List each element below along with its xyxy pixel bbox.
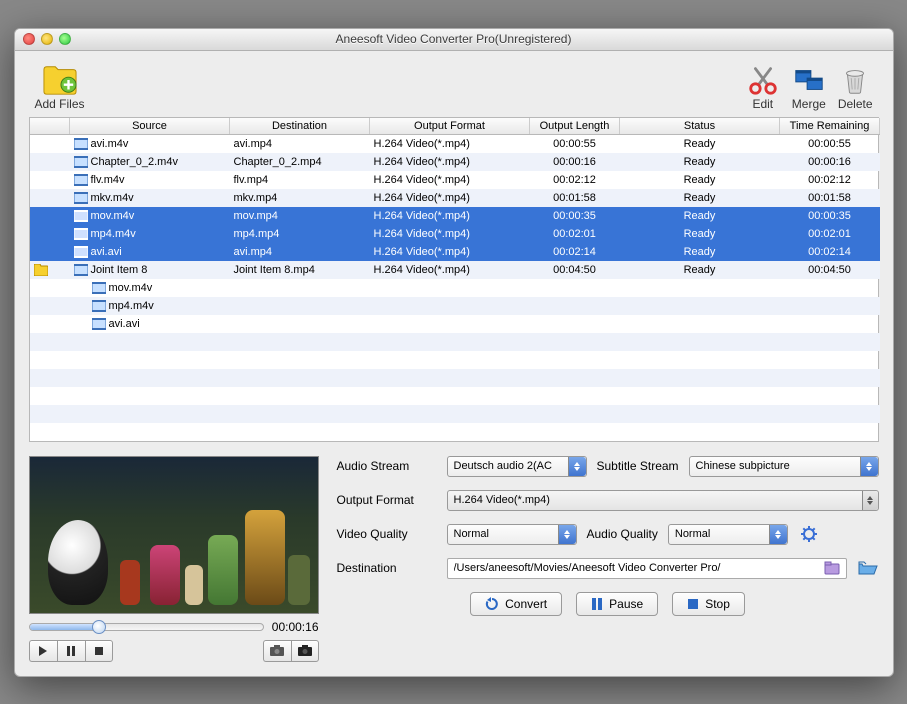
titlebar[interactable]: Aneesoft Video Converter Pro(Unregistere… bbox=[15, 29, 893, 51]
video-preview[interactable] bbox=[29, 456, 319, 614]
window-title: Aneesoft Video Converter Pro(Unregistere… bbox=[15, 32, 893, 46]
output-format-label: Output Format bbox=[337, 493, 437, 507]
settings-panel: Audio Stream Deutsch audio 2(AC Subtitle… bbox=[337, 456, 879, 662]
table-row-empty bbox=[30, 369, 880, 387]
pause-button[interactable]: Pause bbox=[576, 592, 658, 616]
file-table[interactable]: Source Destination Output Format Output … bbox=[29, 117, 879, 442]
subtitle-stream-label: Subtitle Stream bbox=[597, 459, 679, 473]
edit-button[interactable]: Edit bbox=[740, 63, 786, 111]
output-format-value: H.264 Video(*.mp4) bbox=[454, 494, 550, 506]
add-files-label: Add Files bbox=[35, 97, 85, 111]
subtitle-stream-value: Chinese subpicture bbox=[696, 460, 790, 472]
table-row-empty bbox=[30, 405, 880, 423]
play-button[interactable] bbox=[29, 640, 57, 662]
playback-time: 00:00:16 bbox=[272, 620, 319, 634]
video-quality-value: Normal bbox=[454, 528, 489, 540]
table-row[interactable]: Joint Item 8Joint Item 8.mp4H.264 Video(… bbox=[30, 261, 880, 279]
pause-playback-button[interactable] bbox=[57, 640, 85, 662]
convert-label: Convert bbox=[505, 597, 547, 611]
col-header-time-remaining[interactable]: Time Remaining bbox=[780, 118, 880, 135]
destination-label: Destination bbox=[337, 561, 437, 575]
app-window: Aneesoft Video Converter Pro(Unregistere… bbox=[14, 28, 894, 677]
camera-dark-icon bbox=[298, 645, 312, 656]
col-header-status[interactable]: Status bbox=[620, 118, 780, 135]
audio-stream-label: Audio Stream bbox=[337, 459, 437, 473]
chevron-updown-icon bbox=[769, 525, 787, 544]
output-format-select[interactable]: H.264 Video(*.mp4) bbox=[447, 490, 879, 511]
stop-button[interactable]: Stop bbox=[672, 592, 745, 616]
table-row[interactable]: mov.m4vmov.mp4H.264 Video(*.mp4)00:00:35… bbox=[30, 207, 880, 225]
col-header-destination[interactable]: Destination bbox=[230, 118, 370, 135]
audio-quality-select[interactable]: Normal bbox=[668, 524, 788, 545]
snapshot-folder-button[interactable] bbox=[291, 640, 319, 662]
preview-pane: 00:00:16 bbox=[29, 456, 319, 662]
col-header-output-format[interactable]: Output Format bbox=[370, 118, 530, 135]
audio-stream-select[interactable]: Deutsch audio 2(AC bbox=[447, 456, 587, 477]
table-row-empty bbox=[30, 333, 880, 351]
slider-knob[interactable] bbox=[92, 620, 106, 634]
delete-button[interactable]: Delete bbox=[832, 63, 879, 111]
table-row[interactable]: Chapter_0_2.m4vChapter_0_2.mp4H.264 Vide… bbox=[30, 153, 880, 171]
table-row[interactable]: avi.m4vavi.mp4H.264 Video(*.mp4)00:00:55… bbox=[30, 135, 880, 153]
merge-icon bbox=[792, 63, 826, 97]
table-row-empty bbox=[30, 423, 880, 441]
table-row[interactable]: mkv.m4vmkv.mp4H.264 Video(*.mp4)00:01:58… bbox=[30, 189, 880, 207]
chevron-updown-icon bbox=[860, 457, 878, 476]
convert-button[interactable]: Convert bbox=[470, 592, 562, 616]
video-quality-label: Video Quality bbox=[337, 527, 437, 541]
trash-icon bbox=[838, 63, 872, 97]
delete-label: Delete bbox=[838, 97, 873, 111]
col-header-blank[interactable] bbox=[30, 118, 70, 135]
chevron-updown-icon bbox=[558, 525, 576, 544]
video-quality-select[interactable]: Normal bbox=[447, 524, 577, 545]
table-header-row[interactable]: Source Destination Output Format Output … bbox=[30, 118, 880, 135]
table-row[interactable]: avi.aviavi.mp4H.264 Video(*.mp4)00:02:14… bbox=[30, 243, 880, 261]
snapshot-button[interactable] bbox=[263, 640, 291, 662]
table-row[interactable]: flv.m4vflv.mp4H.264 Video(*.mp4)00:02:12… bbox=[30, 171, 880, 189]
table-row[interactable]: avi.avi bbox=[30, 315, 880, 333]
scissors-icon bbox=[746, 63, 780, 97]
col-header-output-length[interactable]: Output Length bbox=[530, 118, 620, 135]
merge-label: Merge bbox=[792, 97, 826, 111]
audio-quality-value: Normal bbox=[675, 528, 710, 540]
add-files-icon bbox=[41, 63, 79, 97]
table-row-empty bbox=[30, 351, 880, 369]
toolbar: Add Files Edit Merge bbox=[29, 63, 879, 111]
table-row-empty bbox=[30, 387, 880, 405]
stop-label: Stop bbox=[705, 597, 730, 611]
preview-frame bbox=[30, 457, 318, 613]
pause-icon bbox=[591, 598, 603, 610]
stop-icon bbox=[687, 598, 699, 610]
gear-icon bbox=[801, 526, 817, 542]
stop-playback-button[interactable] bbox=[85, 640, 113, 662]
open-folder-icon bbox=[858, 560, 878, 576]
edit-label: Edit bbox=[752, 97, 773, 111]
advanced-settings-button[interactable] bbox=[798, 524, 820, 544]
folder-inline-icon bbox=[824, 561, 840, 575]
add-files-button[interactable]: Add Files bbox=[29, 63, 91, 111]
refresh-icon bbox=[485, 597, 499, 611]
destination-value: /Users/aneesoft/Movies/Aneesoft Video Co… bbox=[454, 562, 824, 574]
camera-icon bbox=[270, 645, 284, 656]
merge-button[interactable]: Merge bbox=[786, 63, 832, 111]
audio-quality-label: Audio Quality bbox=[587, 527, 658, 541]
table-row[interactable]: mp4.m4vmp4.mp4H.264 Video(*.mp4)00:02:01… bbox=[30, 225, 880, 243]
playback-slider[interactable] bbox=[29, 623, 264, 631]
subtitle-stream-select[interactable]: Chinese subpicture bbox=[689, 456, 879, 477]
chevron-updown-icon bbox=[862, 491, 878, 510]
browse-destination-button[interactable] bbox=[857, 558, 879, 578]
table-row[interactable]: mov.m4v bbox=[30, 279, 880, 297]
destination-field[interactable]: /Users/aneesoft/Movies/Aneesoft Video Co… bbox=[447, 558, 847, 579]
table-row[interactable]: mp4.m4v bbox=[30, 297, 880, 315]
col-header-source[interactable]: Source bbox=[70, 118, 230, 135]
audio-stream-value: Deutsch audio 2(AC bbox=[454, 460, 552, 472]
chevron-updown-icon bbox=[568, 457, 586, 476]
pause-label: Pause bbox=[609, 597, 643, 611]
